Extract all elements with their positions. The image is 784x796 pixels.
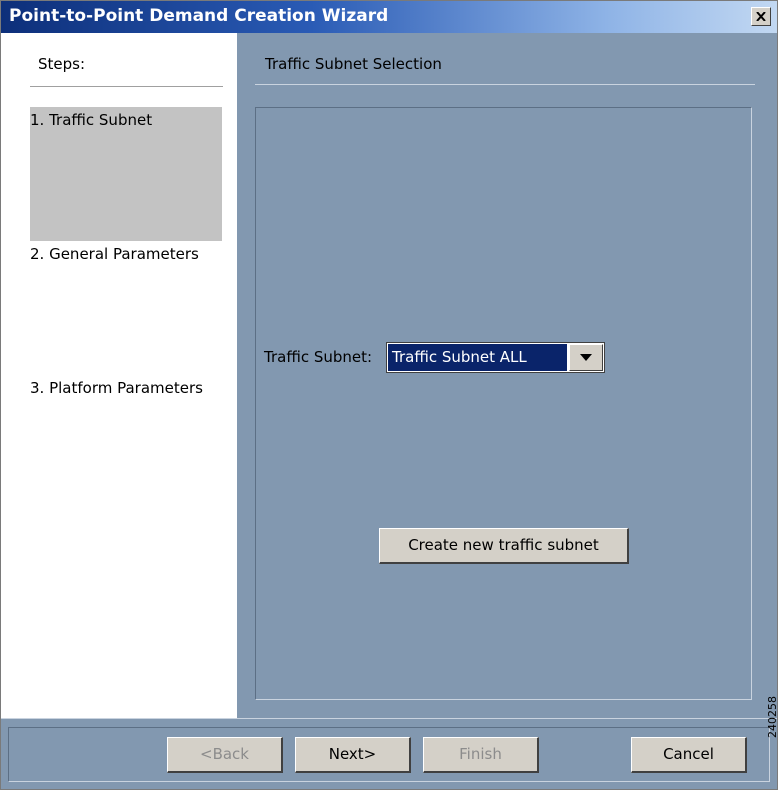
cancel-button[interactable]: Cancel xyxy=(631,737,747,773)
title-bar[interactable]: Point-to-Point Demand Creation Wizard xyxy=(1,1,777,33)
finish-button[interactable]: Finish xyxy=(423,737,539,773)
close-icon xyxy=(756,12,766,21)
traffic-subnet-value: Traffic Subnet ALL xyxy=(388,344,567,371)
step-label: 3. Platform Parameters xyxy=(30,379,203,397)
next-button[interactable]: Next> xyxy=(295,737,411,773)
back-button[interactable]: <Back xyxy=(167,737,283,773)
close-button[interactable] xyxy=(751,7,771,26)
content-box: Traffic Subnet: Traffic Subnet ALL Creat… xyxy=(255,107,752,700)
wizard-window: Point-to-Point Demand Creation Wizard St… xyxy=(0,0,778,790)
section-divider xyxy=(255,84,755,85)
main-panel: Traffic Subnet Selection Traffic Subnet:… xyxy=(237,33,777,718)
traffic-subnet-select[interactable]: Traffic Subnet ALL xyxy=(386,342,605,373)
step-label: 2. General Parameters xyxy=(30,245,199,263)
dropdown-button[interactable] xyxy=(569,344,603,371)
step-label: 1. Traffic Subnet xyxy=(30,111,153,129)
steps-header: Steps: xyxy=(38,55,86,73)
chevron-down-icon xyxy=(580,354,592,361)
section-title: Traffic Subnet Selection xyxy=(265,55,442,73)
create-traffic-subnet-button[interactable]: Create new traffic subnet xyxy=(379,528,629,564)
figure-id: 240258 xyxy=(766,696,779,738)
traffic-subnet-label: Traffic Subnet: xyxy=(264,348,373,366)
steps-divider xyxy=(30,86,223,87)
wizard-button-bar: <Back Next> Finish Cancel xyxy=(1,718,777,789)
window-title: Point-to-Point Demand Creation Wizard xyxy=(9,6,389,26)
steps-panel: Steps: 1. Traffic Subnet 2. General Para… xyxy=(1,33,237,718)
